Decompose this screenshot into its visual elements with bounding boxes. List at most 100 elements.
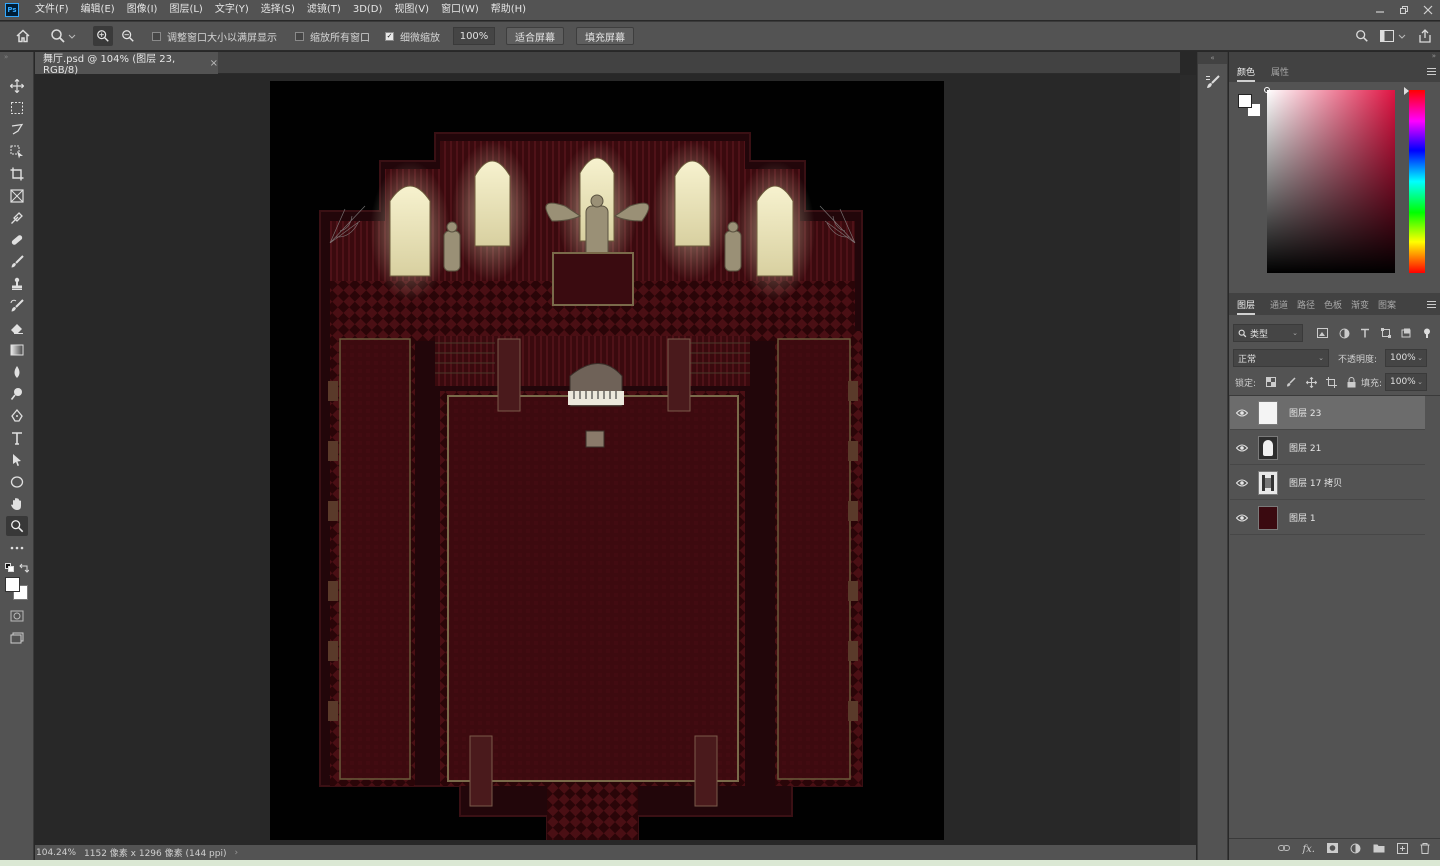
toolbar-collapse-icon[interactable]: » (4, 53, 8, 61)
filter-pixel-icon[interactable] (1317, 328, 1328, 338)
lock-transparent-pixels-icon[interactable] (1266, 377, 1276, 387)
tab-swatches[interactable]: 色板 (1324, 293, 1342, 315)
add-mask-icon[interactable] (1327, 843, 1338, 856)
menu-edit[interactable]: 编辑(E) (75, 0, 121, 20)
visibility-eye-icon[interactable] (1230, 479, 1254, 487)
minimize-icon[interactable] (1368, 0, 1392, 20)
opacity-field[interactable]: 100% ⌄ (1385, 349, 1427, 367)
visibility-eye-icon[interactable] (1230, 409, 1254, 417)
tab-patterns[interactable]: 图案 (1378, 293, 1396, 315)
lock-position-icon[interactable] (1305, 376, 1317, 388)
filter-type-icon[interactable] (1360, 328, 1370, 338)
menu-layer[interactable]: 图层(L) (163, 0, 208, 20)
tab-properties[interactable]: 属性 (1271, 60, 1289, 82)
color-picker-cursor[interactable] (1264, 87, 1270, 93)
menu-filter[interactable]: 滤镜(T) (301, 0, 347, 20)
chevron-down-icon[interactable] (66, 26, 78, 46)
foreground-color-swatch[interactable] (5, 577, 20, 592)
filter-shape-icon[interactable] (1380, 328, 1391, 338)
new-layer-icon[interactable] (1397, 842, 1408, 857)
blend-mode-dropdown[interactable]: 正常 ⌄ (1233, 349, 1329, 367)
zoom-tool-preset-icon[interactable] (48, 26, 68, 46)
scrubby-zoom-checkbox[interactable]: ✓ (385, 31, 394, 41)
visibility-eye-icon[interactable] (1230, 514, 1254, 522)
brush-settings-icon[interactable] (1203, 72, 1223, 92)
default-colors-icon[interactable] (5, 563, 15, 573)
menu-file[interactable]: 文件(F) (29, 0, 75, 20)
restore-icon[interactable] (1392, 0, 1416, 20)
layers-panel-menu-icon[interactable] (1427, 301, 1436, 308)
eraser-tool-icon[interactable] (6, 318, 28, 338)
zoom-in-icon[interactable] (93, 26, 113, 46)
lock-all-icon[interactable] (1347, 376, 1356, 388)
filter-adjustment-icon[interactable] (1339, 328, 1350, 339)
panel-foreground-swatch[interactable] (1238, 94, 1252, 108)
menu-image[interactable]: 图像(I) (121, 0, 164, 20)
document-tab[interactable]: 舞厅.psd @ 104% (图层 23, RGB/8) × (35, 52, 218, 76)
fill-field[interactable]: 100% ⌄ (1385, 373, 1427, 391)
hand-tool-icon[interactable] (6, 494, 28, 514)
menu-3d[interactable]: 3D(D) (347, 0, 389, 20)
object-select-tool-icon[interactable] (6, 142, 28, 162)
search-icon[interactable] (1352, 26, 1372, 46)
zoom-out-icon[interactable] (118, 26, 138, 46)
lock-image-pixels-icon[interactable] (1286, 377, 1296, 387)
share-icon[interactable] (1415, 26, 1435, 46)
vertical-scrollbar[interactable] (1180, 75, 1196, 845)
brush-tool-icon[interactable] (6, 252, 28, 272)
zoom-percent-field[interactable]: 100% (453, 27, 495, 45)
quick-mask-icon[interactable] (6, 606, 28, 626)
fill-screen-button[interactable]: 填充屏幕 (576, 27, 634, 45)
adjustment-layer-icon[interactable] (1350, 843, 1361, 857)
dodge-tool-icon[interactable] (6, 384, 28, 404)
ellipse-tool-icon[interactable] (6, 472, 28, 492)
workspace-chevron-down-icon[interactable] (1396, 26, 1408, 46)
move-tool-icon[interactable] (6, 76, 28, 96)
tab-paths[interactable]: 路径 (1297, 293, 1315, 315)
frame-tool-icon[interactable] (6, 186, 28, 206)
layer-name[interactable]: 图层 1 (1289, 511, 1316, 524)
tab-channels[interactable]: 通道 (1270, 293, 1288, 315)
menu-type[interactable]: 文字(Y) (209, 0, 255, 20)
workspace-icon[interactable] (1377, 26, 1397, 46)
panel-collapse-icon[interactable]: » (1229, 52, 1440, 60)
layer-name[interactable]: 图层 21 (1289, 441, 1321, 454)
path-select-tool-icon[interactable] (6, 450, 28, 470)
layer-row[interactable]: 图层 23 (1230, 396, 1425, 430)
swap-colors-icon[interactable] (19, 563, 30, 573)
foreground-background-swatches[interactable] (5, 577, 29, 601)
layer-row[interactable]: 图层 1 (1230, 501, 1425, 535)
link-layers-icon[interactable] (1278, 844, 1291, 855)
close-tab-icon[interactable]: × (210, 58, 218, 69)
scrubby-zoom-option[interactable]: ✓ 细微缩放 (385, 22, 440, 50)
status-zoom-level[interactable]: 104.24% (36, 848, 76, 858)
dock-expand-icon[interactable]: « (1198, 52, 1227, 64)
screen-mode-icon[interactable] (6, 628, 28, 648)
saturation-brightness-field[interactable] (1264, 87, 1395, 273)
document-canvas[interactable] (270, 81, 944, 840)
home-icon[interactable] (13, 26, 33, 46)
hue-slider-handle[interactable] (1404, 87, 1409, 95)
resize-windows-checkbox[interactable] (152, 31, 161, 41)
menu-select[interactable]: 选择(S) (255, 0, 301, 20)
lock-artboard-icon[interactable] (1326, 376, 1338, 388)
lasso-tool-icon[interactable] (6, 120, 28, 140)
layer-style-fx-icon[interactable]: fx. (1302, 844, 1315, 855)
filter-smart-object-icon[interactable] (1401, 328, 1411, 338)
tab-layers[interactable]: 图层 (1237, 293, 1256, 315)
color-panel-menu-icon[interactable] (1427, 68, 1436, 75)
crop-tool-icon[interactable] (6, 164, 28, 184)
healing-brush-tool-icon[interactable] (6, 230, 28, 250)
fit-screen-button[interactable]: 适合屏幕 (506, 27, 564, 45)
pen-tool-icon[interactable] (6, 406, 28, 426)
clone-stamp-tool-icon[interactable] (6, 274, 28, 294)
delete-layer-icon[interactable] (1420, 842, 1430, 857)
tab-gradients[interactable]: 渐变 (1351, 293, 1369, 315)
zoom-tool-icon[interactable] (6, 516, 28, 536)
layer-filter-dropdown[interactable]: 类型 ⌄ (1233, 324, 1303, 342)
close-window-icon[interactable] (1416, 0, 1440, 20)
menu-window[interactable]: 窗口(W) (435, 0, 485, 20)
menu-view[interactable]: 视图(V) (388, 0, 435, 20)
zoom-all-windows-checkbox[interactable] (295, 31, 304, 41)
filter-toggle-icon[interactable] (1422, 328, 1432, 338)
